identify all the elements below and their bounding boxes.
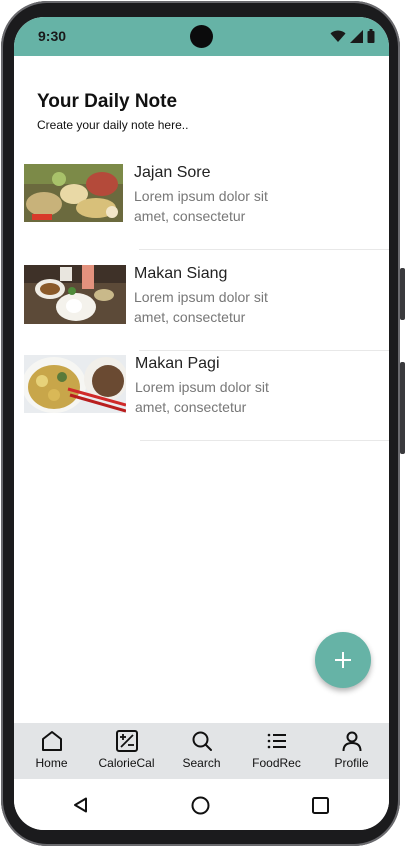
note-description: Lorem ipsum dolor sit amet, consectetur [134, 188, 268, 224]
calculator-icon [115, 730, 138, 752]
back-icon[interactable] [73, 797, 88, 813]
volume-button [400, 268, 405, 320]
list-icon [267, 733, 286, 749]
battery-icon [367, 29, 375, 43]
nav-label: FoodRec [252, 756, 301, 770]
note-item[interactable]: Jajan Sore Lorem ipsum dolor sit amet, c… [24, 164, 389, 250]
status-time: 9:30 [38, 28, 67, 44]
home-icon [41, 731, 62, 751]
page-subtitle: Create your daily note here.. [37, 118, 189, 132]
camera-punch-hole [190, 25, 213, 48]
note-title: Makan Siang [134, 265, 228, 282]
nav-item-caloriecal[interactable]: CalorieCal [89, 723, 164, 779]
nav-item-foodrec[interactable]: FoodRec [239, 723, 314, 779]
status-icons [330, 29, 375, 43]
profile-icon [342, 731, 361, 752]
system-navigation-bar [14, 779, 389, 830]
nav-label: Profile [334, 756, 369, 770]
status-bar: 9:30 [14, 17, 389, 56]
nav-item-search[interactable]: Search [164, 723, 239, 779]
page-title: Your Daily Note [37, 91, 178, 112]
plus-icon [335, 652, 351, 668]
note-description: Lorem ipsum dolor sit amet, consectetur [135, 379, 269, 415]
nav-label: CalorieCal [98, 756, 155, 770]
note-item[interactable]: Makan Pagi Lorem ipsum dolor sit amet, c… [24, 355, 389, 441]
note-title: Makan Pagi [135, 355, 220, 372]
power-button [400, 362, 405, 454]
divider [139, 350, 389, 351]
note-thumbnail [24, 265, 126, 324]
add-note-button[interactable] [315, 632, 371, 688]
signal-icon [350, 29, 363, 43]
nav-label: Search [182, 756, 221, 770]
nav-label: Home [35, 756, 68, 770]
nav-item-home[interactable]: Home [14, 723, 89, 779]
divider [140, 440, 389, 441]
note-description: Lorem ipsum dolor sit amet, consectetur [134, 289, 268, 325]
divider [139, 249, 389, 250]
phone-frame: 9:30 Your Daily Note Create your daily n… [0, 0, 405, 849]
home-circle-icon[interactable] [191, 796, 210, 815]
note-thumbnail [24, 355, 126, 413]
nav-item-profile[interactable]: Profile [314, 723, 389, 779]
note-thumbnail [24, 164, 123, 222]
recents-icon[interactable] [312, 797, 329, 814]
wifi-icon [330, 30, 346, 42]
note-title: Jajan Sore [134, 164, 211, 181]
note-item[interactable]: Makan Siang Lorem ipsum dolor sit amet, … [24, 265, 389, 351]
search-icon [192, 731, 212, 751]
bottom-navigation: Home CalorieCal Search FoodRec Profile [14, 723, 389, 779]
screen: 9:30 Your Daily Note Create your daily n… [14, 17, 389, 830]
